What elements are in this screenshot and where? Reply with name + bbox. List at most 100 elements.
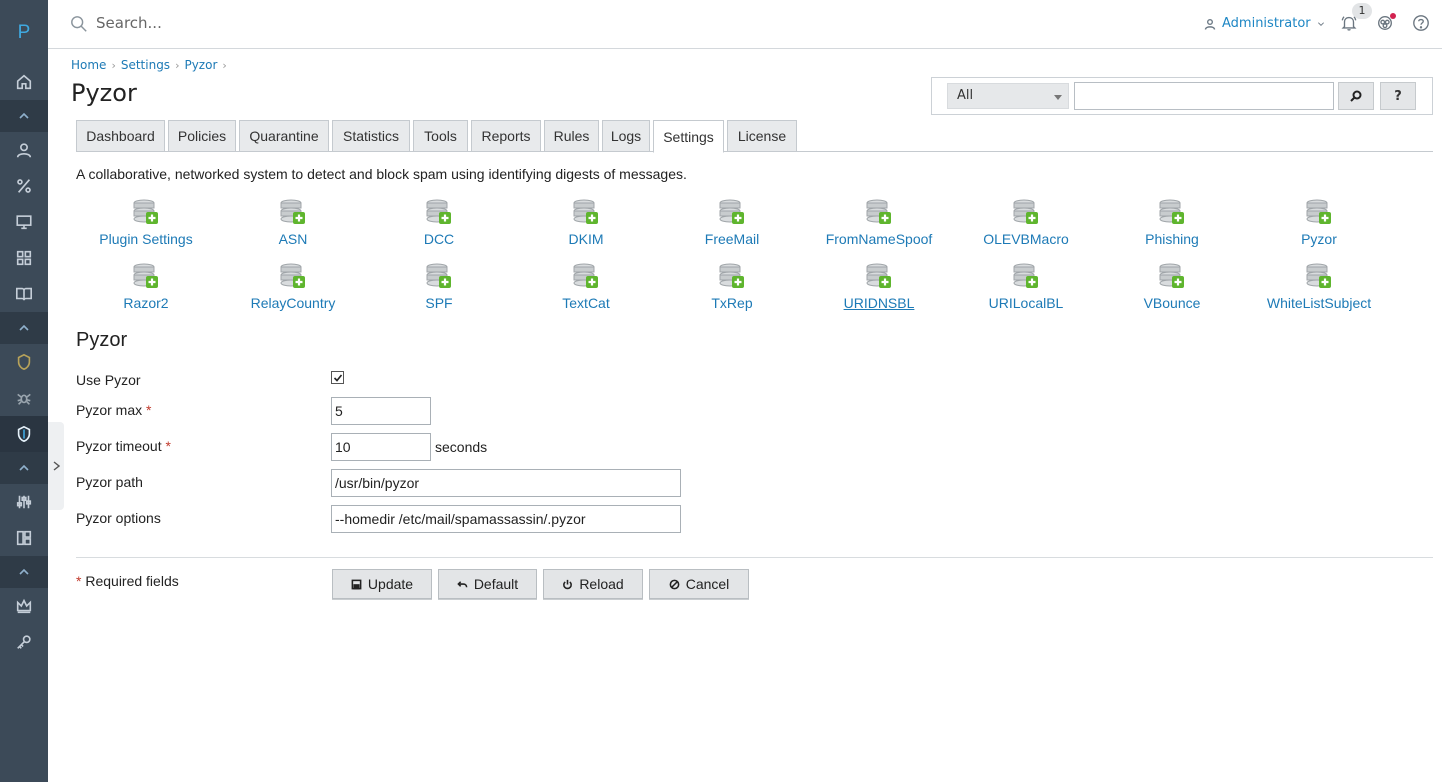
plugin-link-olevbmacro[interactable]: OLEVBMacro [953,231,1099,247]
plugin-link-phishing[interactable]: Phishing [1099,231,1245,247]
plugin-vbounce[interactable]: VBounce [1099,260,1245,320]
home-icon[interactable] [0,64,48,100]
form-divider [76,557,1433,558]
plugin-settings-icon [426,262,452,290]
spider-icon[interactable] [0,380,48,416]
plugin-relaycountry[interactable]: RelayCountry [220,260,366,320]
plugin-spf[interactable]: SPF [366,260,512,320]
plugin-link-razor2[interactable]: Razor2 [73,295,219,311]
filter-help-button[interactable]: ? [1380,82,1416,110]
plugin-link-relaycountry[interactable]: RelayCountry [220,295,366,311]
apps-grid-icon[interactable] [0,240,48,276]
tab-logs[interactable]: Logs [602,120,650,152]
sidebar-section-toggle[interactable] [0,452,48,484]
user-name: Administrator [1222,16,1311,31]
required-marker: * [165,438,171,454]
tab-reports[interactable]: Reports [471,120,541,152]
tab-rules[interactable]: Rules [544,120,599,152]
cancel-button[interactable]: Cancel [649,569,749,599]
plugin-link-uridnsbl[interactable]: URIDNSBL [806,295,952,311]
filter-panel: All ? [931,77,1433,115]
plugin-link-plugin-settings[interactable]: Plugin Settings [73,231,219,247]
plugin-textcat[interactable]: TextCat [513,260,659,320]
user-icon[interactable] [0,132,48,168]
integrations-alert-dot [1390,13,1396,19]
tab-policies[interactable]: Policies [168,120,236,152]
use-pyzor-label: Use Pyzor [76,372,141,388]
plugin-pyzor[interactable]: Pyzor [1246,196,1392,256]
page-description: A collaborative, networked system to det… [76,166,687,182]
plugin-link-asn[interactable]: ASN [220,231,366,247]
monitor-icon[interactable] [0,204,48,240]
plugin-settings-icon [1306,262,1332,290]
tab-license[interactable]: License [727,120,797,152]
reload-button[interactable]: Reload [543,569,643,599]
pyzor-options-input[interactable] [331,505,681,533]
breadcrumb-settings[interactable]: Settings [121,58,170,72]
percent-icon[interactable] [0,168,48,204]
plugin-fromnamespoof[interactable]: FromNameSpoof [806,196,952,256]
plugin-asn[interactable]: ASN [220,196,366,256]
section-title: Pyzor [76,329,128,351]
pyzor-path-input[interactable] [331,469,681,497]
plugin-settings-icon [280,198,306,226]
filter-search-input[interactable] [1074,82,1334,110]
pyzor-max-label-text: Pyzor max [76,402,143,418]
chevron-right-icon: › [222,58,227,72]
key-icon[interactable] [0,624,48,660]
tab-statistics[interactable]: Statistics [332,120,410,152]
sidebar-expand-handle[interactable] [48,422,64,510]
layout-icon[interactable] [0,520,48,556]
tab-quarantine[interactable]: Quarantine [239,120,329,152]
tab-settings[interactable]: Settings [653,120,724,153]
plugin-razor2[interactable]: Razor2 [73,260,219,320]
tab-tools[interactable]: Tools [413,120,468,152]
sliders-icon[interactable] [0,484,48,520]
plugin-dkim[interactable]: DKIM [513,196,659,256]
help-icon[interactable] [1412,14,1432,34]
tab-dashboard[interactable]: Dashboard [76,120,165,152]
plugin-link-fromnamespoof[interactable]: FromNameSpoof [806,231,952,247]
sidebar-section-toggle[interactable] [0,100,48,132]
breadcrumb-home[interactable]: Home [71,58,106,72]
plugin-uridnsbl[interactable]: URIDNSBL [806,260,952,320]
filter-search-button[interactable] [1338,82,1374,110]
security-shield-icon[interactable] [0,416,48,452]
default-button[interactable]: Default [438,569,537,599]
filter-select[interactable]: All [947,83,1069,109]
plugin-link-dkim[interactable]: DKIM [513,231,659,247]
shield-icon[interactable] [0,344,48,380]
plugin-link-pyzor[interactable]: Pyzor [1246,231,1392,247]
global-search-input[interactable] [96,14,496,32]
crown-icon[interactable] [0,588,48,624]
user-menu[interactable]: Administrator [1204,16,1325,31]
plugin-link-urilocalbl[interactable]: URILocalBL [953,295,1099,311]
plugin-link-textcat[interactable]: TextCat [513,295,659,311]
plugin-plugin-settings[interactable]: Plugin Settings [73,196,219,256]
sidebar-section-toggle[interactable] [0,556,48,588]
plugin-phishing[interactable]: Phishing [1099,196,1245,256]
plugin-link-spf[interactable]: SPF [366,295,512,311]
update-button[interactable]: Update [332,569,432,599]
plugin-olevbmacro[interactable]: OLEVBMacro [953,196,1099,256]
book-icon[interactable] [0,276,48,312]
plugin-whitelistsubject[interactable]: WhiteListSubject [1246,260,1392,320]
pyzor-timeout-input[interactable] [331,433,431,461]
plugin-link-txrep[interactable]: TxRep [659,295,805,311]
breadcrumb-pyzor[interactable]: Pyzor [184,58,217,72]
pyzor-max-input[interactable] [331,397,431,425]
app-logo[interactable]: P [0,0,48,66]
sidebar-section-toggle[interactable] [0,312,48,344]
plugin-settings-icon [719,198,745,226]
plugin-freemail[interactable]: FreeMail [659,196,805,256]
plugin-dcc[interactable]: DCC [366,196,512,256]
plugin-settings-icon [280,262,306,290]
plugin-link-freemail[interactable]: FreeMail [659,231,805,247]
plugin-txrep[interactable]: TxRep [659,260,805,320]
use-pyzor-checkbox[interactable] [331,371,344,384]
plugin-urilocalbl[interactable]: URILocalBL [953,260,1099,320]
plugin-link-dcc[interactable]: DCC [366,231,512,247]
plugin-settings-icon [719,262,745,290]
plugin-link-vbounce[interactable]: VBounce [1099,295,1245,311]
plugin-link-whitelistsubject[interactable]: WhiteListSubject [1246,295,1392,311]
